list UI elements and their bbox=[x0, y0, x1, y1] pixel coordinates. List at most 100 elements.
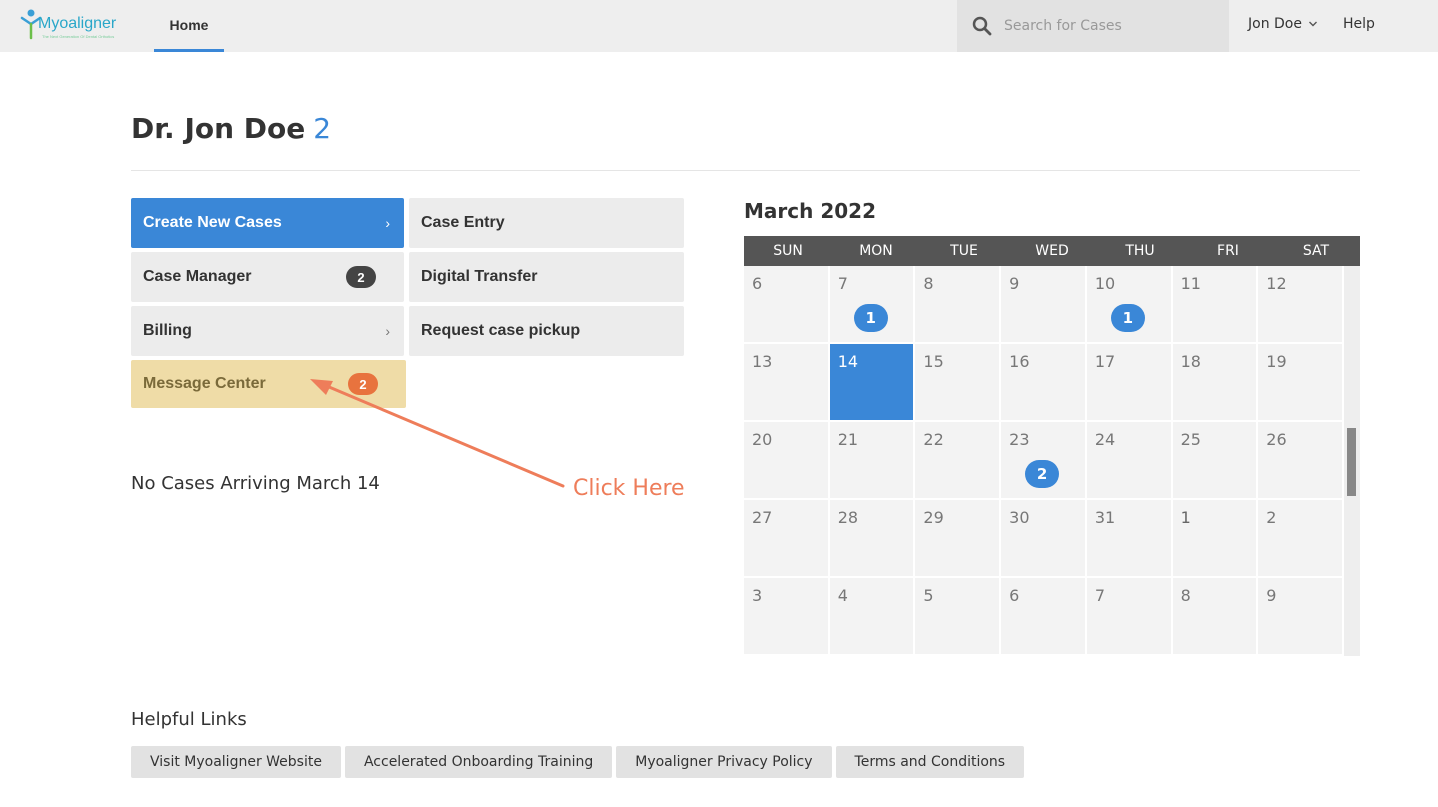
day-number: 6 bbox=[1009, 586, 1020, 605]
day-number: 26 bbox=[1266, 430, 1287, 449]
day-case-count-badge[interactable]: 1 bbox=[1110, 304, 1145, 332]
calendar-day[interactable]: 18 bbox=[1172, 344, 1259, 422]
top-navbar: Myoaligner The Next Generation Of Dental… bbox=[0, 0, 1438, 52]
calendar-day[interactable]: 8 bbox=[1172, 578, 1259, 656]
helpful-link-button[interactable]: Terms and Conditions bbox=[835, 746, 1025, 778]
day-number: 4 bbox=[837, 586, 848, 605]
day-number: 14 bbox=[837, 352, 859, 371]
case-entry-button[interactable]: Case Entry bbox=[409, 198, 684, 248]
day-number: 30 bbox=[1009, 508, 1030, 527]
calendar-day[interactable]: 21 bbox=[829, 422, 916, 500]
scrollbar-thumb[interactable] bbox=[1347, 428, 1356, 496]
day-number: 19 bbox=[1266, 352, 1287, 371]
create-new-cases-button[interactable]: Create New Cases › bbox=[131, 198, 404, 248]
case-manager-badge: 2 bbox=[346, 266, 376, 288]
day-number: 15 bbox=[923, 352, 944, 371]
day-number: 16 bbox=[1009, 352, 1030, 371]
calendar-day[interactable]: 12 bbox=[1258, 266, 1344, 344]
calendar-scrollbar[interactable] bbox=[1344, 266, 1360, 656]
weekday-sat: SAT bbox=[1302, 243, 1330, 259]
message-center-button[interactable]: Message Center 2 bbox=[131, 360, 406, 408]
case-entry-label: Case Entry bbox=[421, 214, 505, 231]
calendar-day[interactable]: 25 bbox=[1172, 422, 1259, 500]
nav-home-tab[interactable]: Home bbox=[154, 0, 224, 52]
calendar-day[interactable]: 4 bbox=[829, 578, 916, 656]
calendar-week: 13 14 15 16 17 18 19 bbox=[744, 344, 1344, 422]
chevron-down-icon bbox=[1308, 21, 1317, 27]
calendar-day[interactable]: 17 bbox=[1086, 344, 1173, 422]
day-number: 25 bbox=[1180, 430, 1201, 449]
calendar-day[interactable]: 7 bbox=[1086, 578, 1173, 656]
day-number: 5 bbox=[923, 586, 934, 605]
search-box bbox=[957, 0, 1229, 52]
day-case-count-badge[interactable]: 1 bbox=[853, 304, 888, 332]
calendar-day[interactable]: 28 bbox=[829, 500, 916, 578]
request-case-pickup-button[interactable]: Request case pickup bbox=[409, 306, 684, 356]
calendar-day[interactable]: 20 bbox=[744, 422, 830, 500]
calendar-day[interactable]: 1 bbox=[1172, 500, 1259, 578]
calendar-day[interactable]: 19 bbox=[1258, 344, 1344, 422]
day-number: 9 bbox=[1266, 586, 1277, 605]
helpful-link-button[interactable]: Myoaligner Privacy Policy bbox=[616, 746, 832, 778]
helpful-link-button[interactable]: Accelerated Onboarding Training bbox=[344, 746, 613, 778]
calendar-day[interactable]: 16 bbox=[1001, 344, 1087, 422]
chevron-right-icon: › bbox=[385, 323, 390, 339]
calendar-day[interactable]: 6 bbox=[744, 266, 830, 344]
calendar-day[interactable]: 29 bbox=[915, 500, 1002, 578]
weekday-thu: THU bbox=[1125, 243, 1155, 259]
day-number: 7 bbox=[1094, 586, 1106, 605]
case-manager-label: Case Manager bbox=[143, 268, 252, 285]
calendar-day[interactable]: 22 bbox=[915, 422, 1002, 500]
user-menu[interactable]: Jon Doe bbox=[1248, 16, 1318, 32]
calendar-day[interactable]: 9 bbox=[1001, 266, 1087, 344]
day-number: 2 bbox=[1266, 508, 1277, 527]
calendar-day[interactable]: 5 bbox=[915, 578, 1002, 656]
day-number: 12 bbox=[1266, 274, 1287, 293]
weekday-sun: SUN bbox=[773, 243, 803, 259]
calendar-day[interactable]: 6 bbox=[1001, 578, 1087, 656]
click-here-annotation: Click Here bbox=[573, 476, 685, 501]
weekday-mon: MON bbox=[859, 243, 893, 259]
day-number: 28 bbox=[837, 508, 859, 527]
logo-text: Myoaligner bbox=[38, 15, 117, 32]
day-number: 20 bbox=[752, 430, 773, 449]
calendar-week: 27 28 29 30 31 1 2 bbox=[744, 500, 1344, 578]
day-number: 13 bbox=[752, 352, 773, 371]
doctor-name: Dr. Jon Doe bbox=[131, 112, 306, 145]
calendar-day[interactable]: 30 bbox=[1001, 500, 1087, 578]
help-link[interactable]: Help bbox=[1343, 16, 1375, 32]
calendar-grid: 6 7 1 8 9 10 1 11 12 13 14 15 16 17 18 19 20 21 22 23 2 24 25 2… bbox=[744, 266, 1344, 656]
day-number: 11 bbox=[1180, 274, 1201, 293]
logo-tagline: The Next Generation Of Dental Orthotics bbox=[42, 34, 115, 39]
calendar-day[interactable]: 15 bbox=[915, 344, 1002, 422]
case-manager-button[interactable]: Case Manager 2 bbox=[131, 252, 404, 302]
calendar-day[interactable]: 26 bbox=[1258, 422, 1344, 500]
billing-button[interactable]: Billing › bbox=[131, 306, 404, 356]
day-number: 3 bbox=[752, 586, 763, 605]
calendar-day[interactable]: 31 bbox=[1086, 500, 1173, 578]
calendar-day[interactable]: 24 bbox=[1086, 422, 1173, 500]
calendar-day[interactable]: 8 bbox=[915, 266, 1002, 344]
calendar-day[interactable]: 9 bbox=[1258, 578, 1344, 656]
calendar-day[interactable]: 11 bbox=[1172, 266, 1259, 344]
day-number: 9 bbox=[1009, 274, 1020, 293]
day-number: 6 bbox=[752, 274, 763, 293]
calendar-day-today[interactable]: 14 bbox=[829, 344, 916, 422]
divider bbox=[131, 170, 1360, 171]
calendar-day[interactable]: 13 bbox=[744, 344, 830, 422]
calendar-day[interactable]: 71 bbox=[829, 266, 916, 344]
helpful-link-button[interactable]: Visit Myoaligner Website bbox=[131, 746, 341, 778]
calendar-day[interactable]: 10 1 bbox=[1086, 266, 1173, 344]
calendar-day[interactable]: 23 2 bbox=[1001, 422, 1087, 500]
day-number: 18 bbox=[1180, 352, 1201, 371]
calendar-day[interactable]: 27 bbox=[744, 500, 830, 578]
digital-transfer-label: Digital Transfer bbox=[421, 268, 538, 285]
search-icon[interactable] bbox=[972, 16, 992, 36]
calendar-day[interactable]: 2 bbox=[1258, 500, 1344, 578]
myoaligner-logo[interactable]: Myoaligner The Next Generation Of Dental… bbox=[20, 8, 130, 44]
digital-transfer-button[interactable]: Digital Transfer bbox=[409, 252, 684, 302]
create-new-cases-label: Create New Cases bbox=[143, 214, 282, 231]
search-input[interactable] bbox=[1004, 18, 1224, 34]
day-case-count-badge[interactable]: 2 bbox=[1025, 460, 1060, 488]
calendar-day[interactable]: 3 bbox=[744, 578, 830, 656]
